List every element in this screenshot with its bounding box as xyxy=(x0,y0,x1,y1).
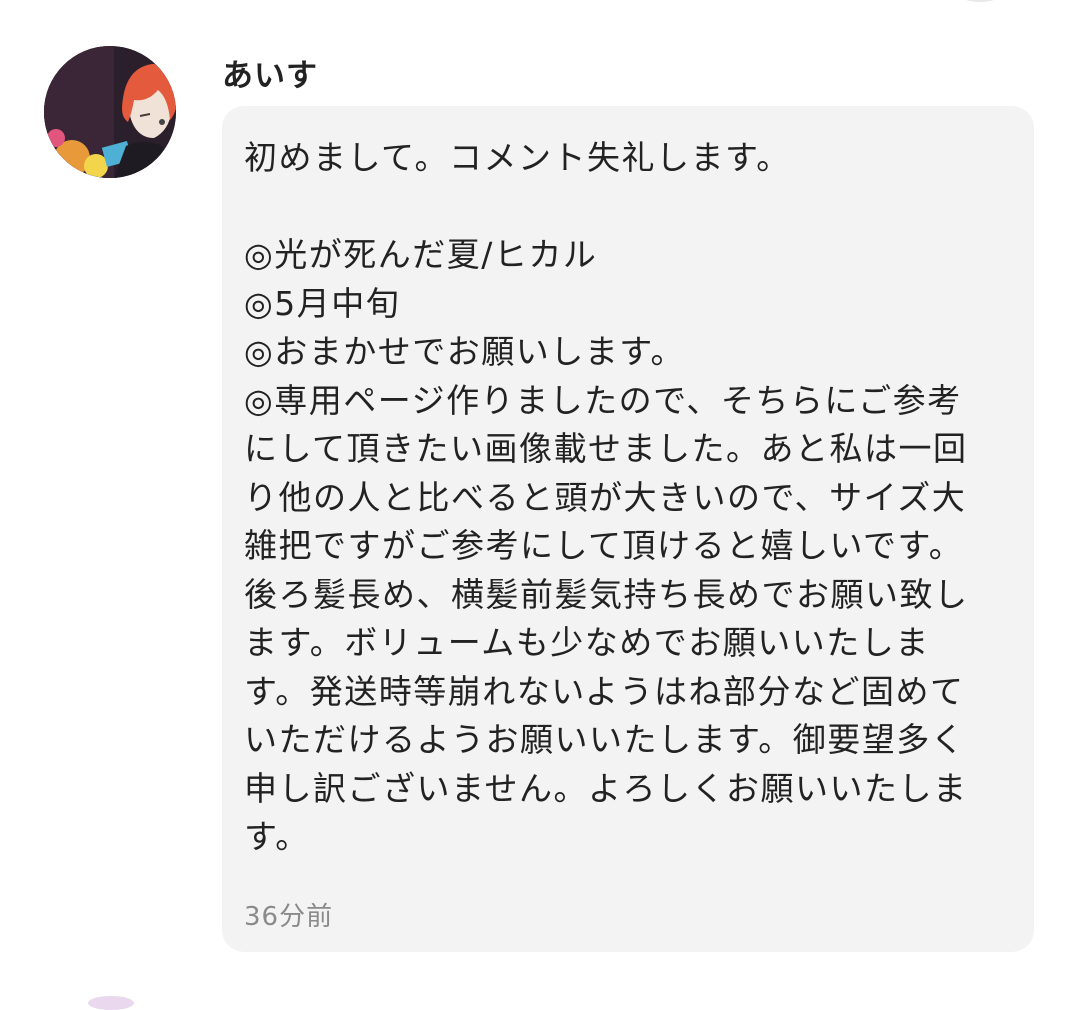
message-line: にして頂きたい画像載せました。あと私は一回 xyxy=(244,429,968,468)
message-line: ◎5月中旬 xyxy=(244,283,401,323)
message-line: ◎おまかせでお願いします。 xyxy=(244,332,685,371)
message-line: ◎光が死んだ夏/ヒカル xyxy=(244,235,598,274)
message-line: いただけるようお願いいたします。御要望多く xyxy=(244,720,966,759)
message-line: す。 xyxy=(244,817,310,856)
message-line: り他の人と比べると頭が大きいので、サイズ大 xyxy=(244,477,967,517)
message-line: ます。ボリュームも少なめでお願いいたしま xyxy=(244,623,930,662)
next-item-edge xyxy=(88,996,134,1010)
comment-bubble: 初めまして。コメント失礼します。 ◎光が死んだ夏/ヒカル ◎5月中旬 ◎おまかせ… xyxy=(222,106,1034,952)
comment-timestamp: 36分前 xyxy=(244,902,334,932)
previous-item-edge xyxy=(960,0,1000,2)
message-line: す。発送時等崩れないようはね部分など固めて xyxy=(244,671,965,711)
message-line: 雑把ですがご参考にして頂けると嬉しいです。 xyxy=(244,526,964,565)
message-line: 初めまして。コメント失礼します。 xyxy=(244,138,791,177)
message-line: ◎専用ページ作りましたので、そちらにご参考 xyxy=(244,380,962,420)
user-avatar-icon[interactable] xyxy=(44,46,176,178)
message-line: 申し訳ございません。よろしくお願いいたしま xyxy=(244,768,968,808)
message-line: 後ろ髪長め、横髪前髪気持ち長めでお願い致し xyxy=(244,574,969,614)
comment-username[interactable]: あいす xyxy=(222,50,318,95)
